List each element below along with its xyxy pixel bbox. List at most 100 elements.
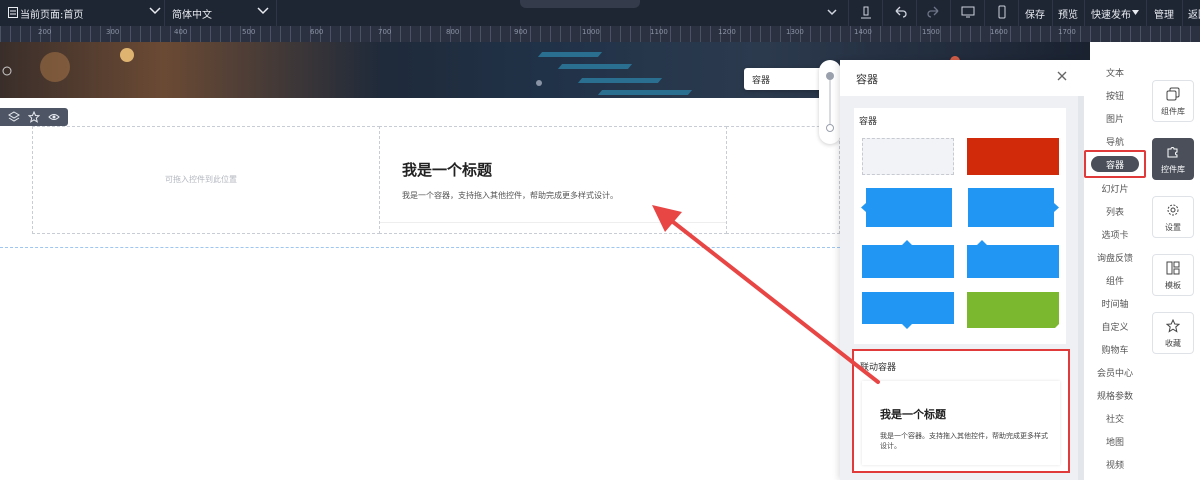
save-button[interactable]: 保存	[1025, 6, 1045, 21]
container-style-arrow-top[interactable]	[862, 240, 954, 278]
mobile-icon[interactable]	[994, 4, 1010, 20]
ruler-mark: 1500	[922, 28, 940, 36]
category-slideshow[interactable]: 幻灯片	[1084, 182, 1146, 195]
ruler-mark: 1400	[854, 28, 872, 36]
chevron-down-icon[interactable]	[256, 4, 270, 18]
guide-line	[0, 247, 840, 248]
ruler-mark: 800	[446, 28, 460, 36]
container-style-arrow-both[interactable]	[860, 188, 956, 227]
right-rail: 组件库 控件库 设置 模板 收藏	[1146, 60, 1200, 480]
category-tabs[interactable]: 选项卡	[1084, 228, 1146, 241]
container-block[interactable]: 我是一个标题 我是一个容器，支持拖入其他控件，帮助完成更多样式设计。	[379, 126, 727, 234]
banner-prev-arrow-icon[interactable]	[2, 66, 12, 76]
category-list-item[interactable]: 列表	[1084, 205, 1146, 218]
category-cart[interactable]: 购物车	[1084, 343, 1146, 356]
category-navigation[interactable]: 导航	[1084, 135, 1146, 148]
block-text: 我是一个容器，支持拖入其他控件，帮助完成更多样式设计。	[402, 191, 618, 200]
ruler-mark: 1200	[718, 28, 736, 36]
star-icon	[1166, 319, 1180, 333]
ruler-mark: 700	[378, 28, 392, 36]
ruler-mark: 1600	[990, 28, 1008, 36]
ruler-mark: 400	[174, 28, 188, 36]
caret-down-icon[interactable]	[1132, 10, 1139, 15]
manage-button[interactable]: 管理	[1154, 6, 1174, 21]
category-image[interactable]: 图片	[1084, 112, 1146, 125]
ruler-mark: 300	[106, 28, 120, 36]
chevron-down-icon[interactable]	[148, 4, 162, 18]
ruler-mark: 1000	[582, 28, 600, 36]
ruler-mark: 1300	[786, 28, 804, 36]
rail-label: 模板	[1165, 281, 1181, 290]
vertical-slider[interactable]	[819, 60, 841, 144]
category-container-label: 容器	[1105, 161, 1124, 171]
gear-icon	[1167, 204, 1179, 216]
align-bottom-icon[interactable]	[858, 4, 874, 20]
layout-icon	[1166, 261, 1180, 275]
drop-area-right[interactable]	[726, 126, 840, 234]
category-map[interactable]: 地图	[1084, 435, 1146, 448]
container-style-arrow-right[interactable]	[966, 188, 1062, 227]
top-toolbar: 当前页面:首页 简体中文 保存 预览 快速发布 管理 返回	[0, 0, 1200, 26]
category-social[interactable]: 社交	[1084, 412, 1146, 425]
undo-icon[interactable]	[892, 4, 908, 20]
category-inquiry[interactable]: 询盘反馈	[1084, 251, 1146, 264]
rail-templates[interactable]: 模板	[1152, 254, 1194, 296]
rail-settings[interactable]: 设置	[1152, 196, 1194, 238]
horizontal-ruler: 200 300 400 500 600 700 800 900 1000 110…	[0, 26, 1200, 42]
language-select[interactable]: 简体中文	[172, 6, 212, 21]
component-panel: 容器 容器 联动容器 我是一个标题 我是一个容器。支持拖入其他控件，帮助完成更多…	[840, 60, 1084, 480]
linked-container-section[interactable]: 联动容器 我是一个标题 我是一个容器。支持拖入其他控件，帮助完成更多样式设计。	[852, 349, 1070, 473]
rail-label: 控件库	[1161, 165, 1185, 174]
category-member[interactable]: 会员中心	[1084, 366, 1146, 379]
puzzle-icon	[1167, 147, 1178, 158]
back-button[interactable]: 返回	[1188, 6, 1200, 21]
tooltip-label: 容器	[752, 76, 771, 86]
redo-icon[interactable]	[926, 4, 942, 20]
eye-icon[interactable]	[48, 111, 60, 123]
container-tooltip: 容器	[744, 68, 824, 90]
rail-label: 收藏	[1165, 339, 1181, 348]
category-specs[interactable]: 规格参数	[1084, 389, 1146, 402]
quick-publish-button[interactable]: 快速发布	[1091, 6, 1131, 21]
container-style-green[interactable]	[967, 292, 1059, 330]
category-container-active[interactable]: 容器	[1084, 150, 1146, 178]
close-icon[interactable]	[1056, 70, 1068, 82]
container-style-arrow-bottom[interactable]	[862, 292, 954, 330]
desktop-icon[interactable]	[960, 4, 976, 20]
drop-area[interactable]: 可拖入控件到此位置	[32, 126, 380, 234]
category-button[interactable]: 按钮	[1084, 89, 1146, 102]
ruler-mark: 1700	[1058, 28, 1076, 36]
slider-handle-top[interactable]	[826, 72, 834, 80]
carousel-dot[interactable]	[536, 80, 542, 86]
block-title: 我是一个标题	[402, 161, 493, 179]
layers-icon[interactable]	[8, 111, 20, 123]
section-title: 容器	[859, 117, 878, 127]
rail-label: 设置	[1165, 223, 1181, 232]
rail-control-library[interactable]: 控件库	[1152, 138, 1194, 180]
container-style-red[interactable]	[967, 138, 1059, 175]
category-video[interactable]: 视频	[1084, 458, 1146, 471]
star-icon[interactable]	[28, 111, 40, 123]
collapse-tab[interactable]	[520, 0, 640, 8]
preview-button[interactable]: 预览	[1058, 6, 1078, 21]
rail-label: 组件库	[1161, 107, 1185, 116]
panel-title: 容器	[856, 73, 878, 86]
block-toolbar	[0, 108, 68, 126]
current-page-select[interactable]: 当前页面:首页	[20, 6, 83, 21]
ruler-mark: 500	[242, 28, 256, 36]
collapse-icon[interactable]	[824, 4, 840, 20]
container-style-plain[interactable]	[862, 138, 954, 175]
container-style-arrow-top-left[interactable]	[967, 240, 1059, 278]
category-timeline[interactable]: 时间轴	[1084, 297, 1146, 310]
category-text[interactable]: 文本	[1084, 66, 1146, 79]
linked-text: 我是一个容器。支持拖入其他控件，帮助完成更多样式设计。	[880, 432, 1048, 450]
rail-favorites[interactable]: 收藏	[1152, 312, 1194, 354]
category-components[interactable]: 组件	[1084, 274, 1146, 287]
ruler-mark: 900	[514, 28, 528, 36]
slider-handle-bottom[interactable]	[826, 124, 834, 132]
ruler-mark: 200	[38, 28, 52, 36]
ruler-mark: 1100	[650, 28, 668, 36]
category-custom[interactable]: 自定义	[1084, 320, 1146, 333]
rail-component-library[interactable]: 组件库	[1152, 80, 1194, 122]
copy-icon	[1166, 87, 1180, 101]
